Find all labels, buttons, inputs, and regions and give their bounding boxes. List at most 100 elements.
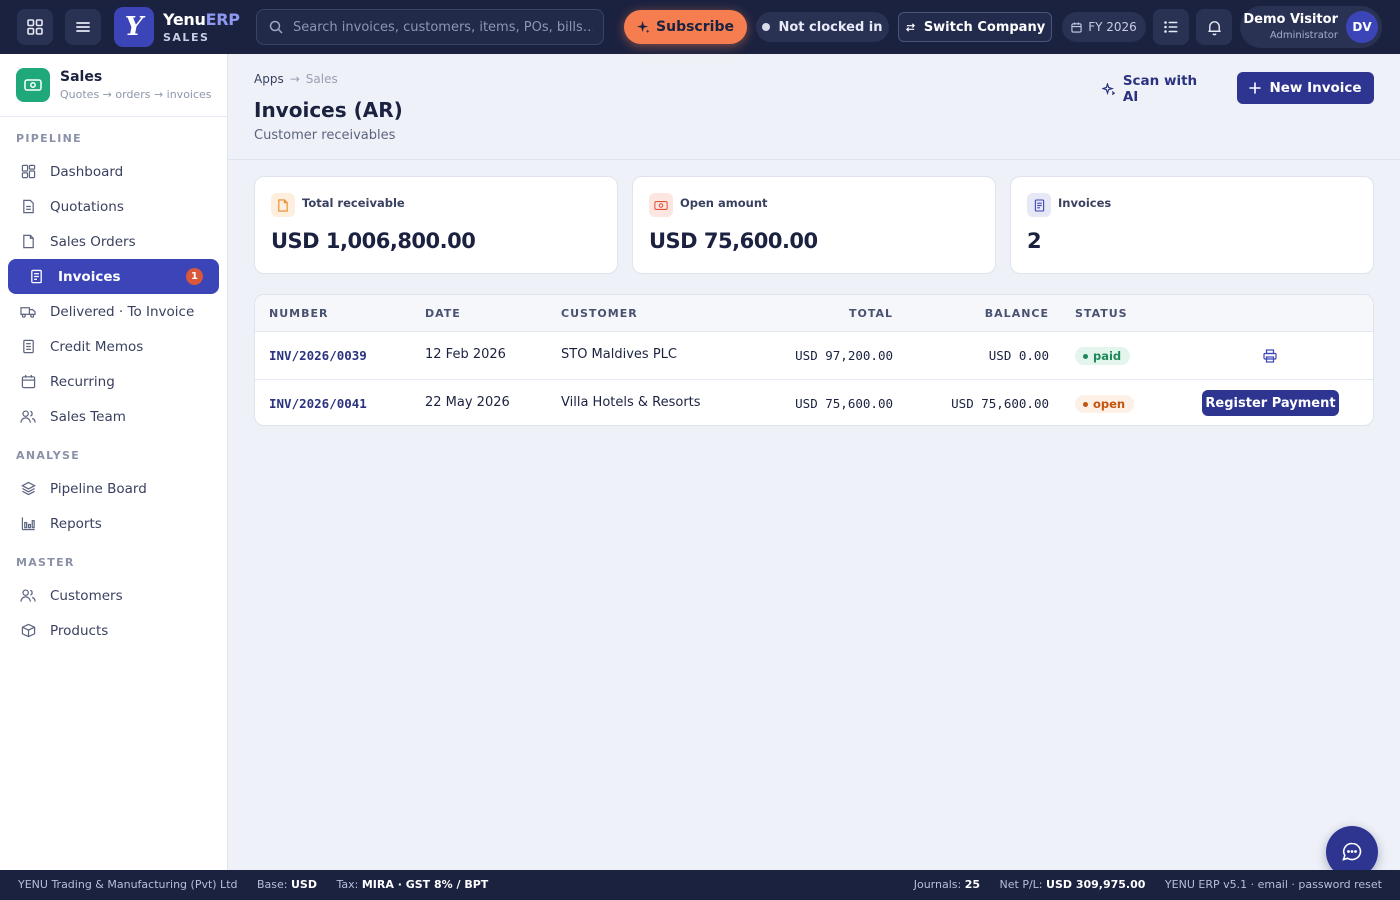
- invoice-total: USD 75,600.00: [795, 396, 893, 411]
- plus-icon: [1249, 82, 1262, 94]
- column-header-date[interactable]: DATE: [425, 307, 461, 320]
- invoice-number-link[interactable]: INV/2026/0039: [269, 348, 367, 363]
- column-header-number[interactable]: NUMBER: [269, 307, 328, 320]
- brand[interactable]: Y YenuERP SALES: [114, 5, 242, 49]
- invoice-balance: USD 75,600.00: [951, 396, 1049, 411]
- sidebar-item-delivered-to-invoice[interactable]: Delivered · To Invoice: [8, 294, 219, 329]
- sidebar-item-quotations[interactable]: Quotations: [8, 189, 219, 224]
- receipt-icon: [1027, 193, 1051, 217]
- base-currency-label: Base:: [256, 878, 288, 891]
- apps-grid-icon: [27, 19, 43, 35]
- switch-company-button[interactable]: Switch Company: [898, 12, 1052, 42]
- breadcrumb-current: Sales: [305, 72, 338, 86]
- sidebar-section-master: MASTER: [16, 556, 75, 569]
- box-icon: [20, 623, 36, 639]
- brand-module: SALES: [163, 30, 210, 44]
- brand-name: YenuERP: [163, 9, 240, 29]
- sidebar-item-label: Credit Memos: [50, 338, 144, 355]
- search-input[interactable]: [293, 19, 593, 35]
- truck-icon: [20, 304, 36, 320]
- scan-with-ai-label: Scan with AI: [1122, 73, 1198, 105]
- print-button[interactable]: [1263, 348, 1277, 363]
- users-icon: [20, 588, 36, 604]
- breadcrumb-apps-link[interactable]: Apps: [254, 72, 284, 86]
- sidebar-item-invoices[interactable]: Invoices 1: [8, 259, 219, 294]
- register-payment-button[interactable]: Register Payment: [1202, 390, 1339, 416]
- column-header-total[interactable]: TOTAL: [849, 307, 893, 320]
- clock-status-label: Not clocked in: [778, 19, 883, 35]
- sidebar-item-label: Dashboard: [50, 163, 124, 180]
- chat-bubble-icon: [1342, 842, 1362, 861]
- invoice-customer: STO Maldives PLC: [561, 347, 677, 362]
- invoice-customer: Villa Hotels & Resorts: [561, 395, 701, 410]
- sidebar-item-products[interactable]: Products: [8, 613, 219, 648]
- sidebar-item-label: Recurring: [50, 373, 115, 390]
- bell-icon: [1207, 20, 1221, 35]
- sidebar-item-dashboard[interactable]: Dashboard: [8, 154, 219, 189]
- scan-with-ai-button[interactable]: Scan with AI: [1102, 73, 1216, 105]
- sidebar-item-sales-team[interactable]: Sales Team: [8, 399, 219, 434]
- subscribe-button[interactable]: Subscribe: [624, 10, 747, 44]
- sidebar-item-credit-memos[interactable]: Credit Memos: [8, 329, 219, 364]
- sidebar-item-reports[interactable]: Reports: [8, 506, 219, 541]
- status-badge: open: [1075, 395, 1135, 413]
- sidebar-item-pipeline-board[interactable]: Pipeline Board: [8, 471, 219, 506]
- apps-grid-button[interactable]: [17, 9, 53, 45]
- table-row[interactable]: INV/2026/0041 22 May 2026 Villa Hotels &…: [255, 379, 1373, 425]
- sidebar-item-label: Delivered · To Invoice: [50, 303, 195, 320]
- sidebar-item-recurring[interactable]: Recurring: [8, 364, 219, 399]
- hamburger-icon: [76, 22, 90, 32]
- notifications-button[interactable]: [1196, 9, 1232, 45]
- brand-logo: Y: [114, 7, 154, 47]
- global-search[interactable]: [256, 9, 604, 45]
- top-bar: Y YenuERP SALES Subscribe Not clocked in…: [0, 0, 1400, 54]
- status-badge: paid: [1075, 347, 1131, 365]
- tax-regime: MIRA · GST 8% / BPT: [361, 878, 489, 891]
- stat-card-open-amount: Open amount USD 75,600.00: [632, 176, 996, 274]
- sidebar-item-label: Quotations: [50, 198, 124, 215]
- user-role: Administrator: [1269, 30, 1338, 41]
- sidebar-item-sales-orders[interactable]: Sales Orders: [8, 224, 219, 259]
- user-name: Demo Visitor: [1243, 12, 1338, 27]
- net-pl-label: Net P/L:: [999, 878, 1043, 891]
- net-pl-value: USD 309,975.00: [1046, 878, 1146, 891]
- invoice-number-link[interactable]: INV/2026/0041: [269, 396, 367, 411]
- new-invoice-label: New Invoice: [1269, 80, 1362, 96]
- invoice-total: USD 97,200.00: [795, 348, 893, 363]
- base-currency: USD: [290, 878, 317, 891]
- tasks-button[interactable]: [1153, 9, 1189, 45]
- stat-label: Total receivable: [302, 196, 405, 210]
- sidebar-item-label: Pipeline Board: [50, 480, 147, 497]
- subscribe-label: Subscribe: [656, 19, 734, 35]
- sidebar-section-pipeline: PIPELINE: [16, 132, 82, 145]
- tax-label: Tax:: [336, 878, 359, 891]
- clock-status[interactable]: Not clocked in: [756, 12, 889, 42]
- stat-value: USD 1,006,800.00: [271, 229, 476, 253]
- document-icon: [271, 193, 295, 217]
- sales-app-icon: [16, 68, 50, 102]
- menu-toggle-button[interactable]: [65, 9, 101, 45]
- company-name: YENU Trading & Manufacturing (Pvt) Ltd: [18, 878, 238, 891]
- calendar-icon: [1071, 21, 1082, 33]
- layers-icon: [20, 481, 36, 497]
- new-invoice-button[interactable]: New Invoice: [1237, 72, 1374, 104]
- app-version: YENU ERP v5.1 · email · password reset: [1164, 878, 1382, 891]
- sidebar-header: Sales Quotes → orders → invoices: [0, 54, 227, 117]
- breadcrumb-arrow-icon: →: [289, 72, 300, 86]
- invoices-count-badge: 1: [186, 268, 203, 285]
- status-dot: [762, 23, 771, 31]
- avatar: DV: [1346, 11, 1378, 43]
- table-row[interactable]: INV/2026/0039 12 Feb 2026 STO Maldives P…: [255, 332, 1373, 379]
- user-menu[interactable]: Demo Visitor Administrator DV: [1240, 6, 1382, 48]
- stat-value: USD 75,600.00: [649, 229, 818, 253]
- column-header-customer[interactable]: CUSTOMER: [561, 307, 638, 320]
- journals-count: 25: [964, 878, 981, 891]
- invoice-balance: USD 0.00: [988, 348, 1049, 363]
- sparkle-icon: [637, 20, 650, 33]
- fiscal-year-selector[interactable]: FY 2026: [1062, 12, 1146, 42]
- sidebar-item-customers[interactable]: Customers: [8, 578, 219, 613]
- page-title: Invoices (AR): [254, 98, 403, 122]
- column-header-status[interactable]: STATUS: [1075, 307, 1128, 320]
- invoice-date: 12 Feb 2026: [425, 347, 506, 362]
- column-header-balance[interactable]: BALANCE: [985, 307, 1049, 320]
